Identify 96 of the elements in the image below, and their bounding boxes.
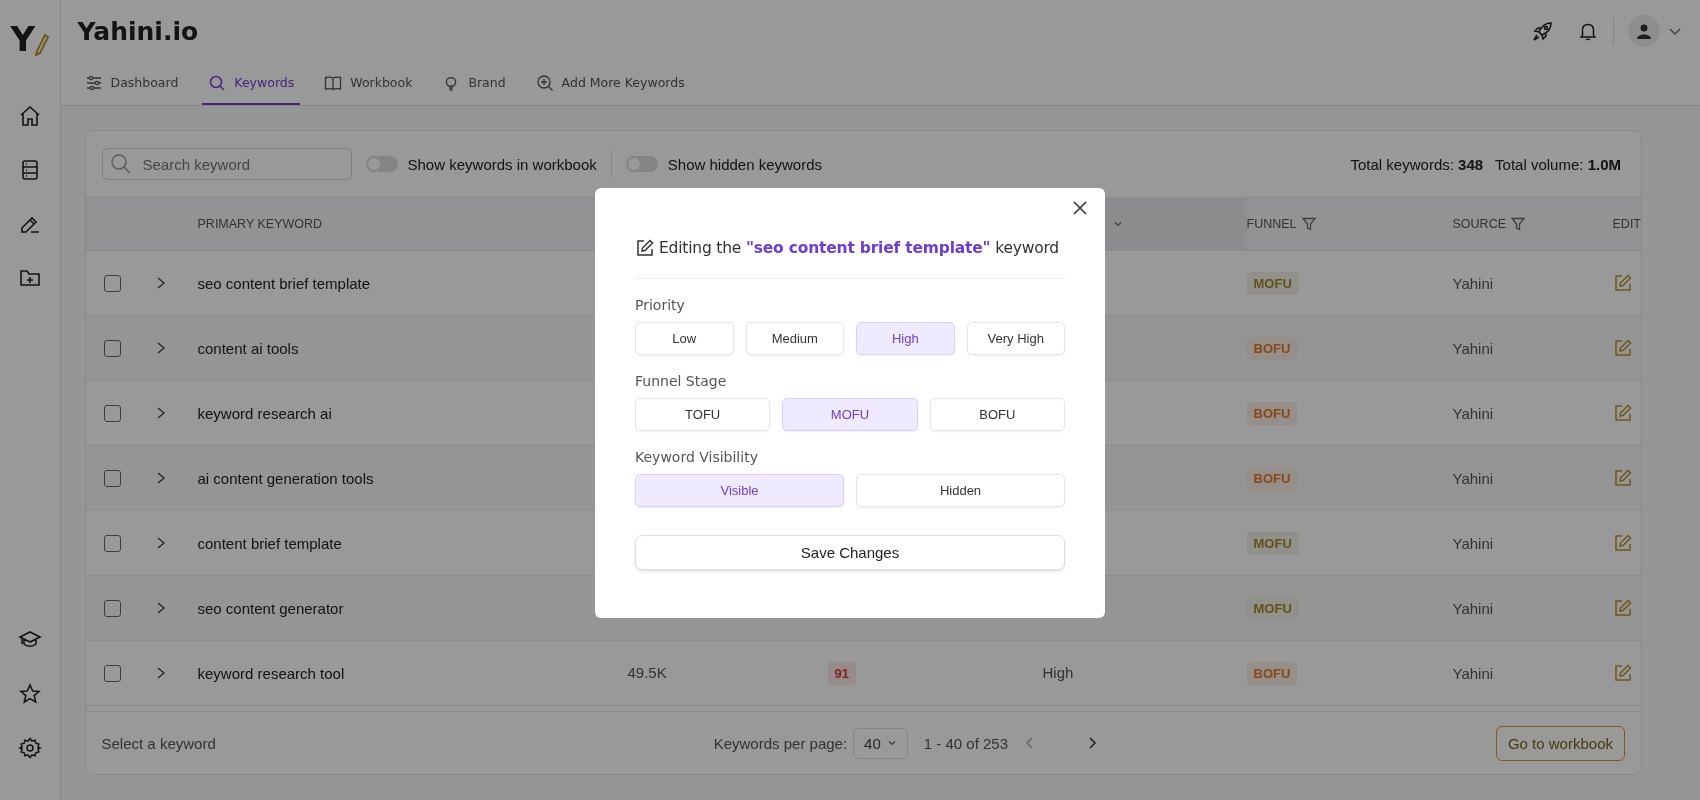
- per-page-select[interactable]: 40: [853, 727, 908, 759]
- funnel-badge: MOFU: [1246, 596, 1299, 620]
- next-page-icon[interactable]: [1086, 736, 1098, 750]
- settings-icon[interactable]: [17, 736, 42, 760]
- source-cell-text: Yahini: [1452, 664, 1495, 682]
- app-logo[interactable]: Y: [10, 22, 50, 56]
- edit-icon[interactable]: [1612, 403, 1633, 423]
- row-checkbox[interactable]: [103, 664, 121, 682]
- dialog-title: Editing the "seo content brief template" keyword: [659, 238, 1059, 257]
- keyword-cell-text: keyword research tool: [197, 664, 346, 682]
- zoom-in-icon: [535, 73, 554, 92]
- edit-icon[interactable]: [1612, 468, 1633, 488]
- expand-chevron-icon[interactable]: [155, 406, 166, 420]
- option-button[interactable]: MOFU: [782, 397, 918, 431]
- nav-tab[interactable]: Add More Keywords: [529, 62, 691, 105]
- keyword-cell-text: content ai tools: [197, 339, 300, 357]
- nav-tab[interactable]: Dashboard: [78, 62, 185, 105]
- rocket-icon[interactable]: [1531, 19, 1555, 43]
- toggle-label: Show keywords in workbook: [407, 155, 597, 173]
- save-changes-button[interactable]: Save Changes: [635, 534, 1065, 570]
- chevron-down-icon: [886, 738, 897, 748]
- row-checkbox[interactable]: [103, 534, 121, 552]
- funnel-badge: BOFU: [1246, 466, 1298, 490]
- column-header: EDIT: [1612, 217, 1641, 231]
- edit-icon[interactable]: [1612, 533, 1633, 553]
- expand-chevron-icon[interactable]: [155, 536, 166, 550]
- option-button[interactable]: Hidden: [856, 473, 1065, 507]
- option-button[interactable]: Very High: [966, 321, 1065, 355]
- keyword-cell-text: seo content generator: [197, 599, 345, 617]
- selection-status: Select a keyword: [101, 734, 216, 752]
- edit-icon[interactable]: [1612, 598, 1633, 618]
- toggle-label: Show hidden keywords: [667, 155, 823, 173]
- field-label: Keyword Visibility: [635, 448, 759, 465]
- keyword-cell-text: seo content brief template: [197, 274, 372, 292]
- sort-chevron-icon: [1112, 219, 1123, 229]
- option-button[interactable]: Visible: [635, 473, 844, 507]
- funnel-badge: BOFU: [1246, 401, 1298, 425]
- edit-icon[interactable]: [1612, 273, 1633, 293]
- row-checkbox[interactable]: [103, 469, 121, 487]
- source-cell-text: Yahini: [1452, 404, 1495, 422]
- search-field[interactable]: Search keyword: [101, 148, 352, 180]
- edit-icon[interactable]: [1612, 338, 1633, 358]
- source-cell-text: Yahini: [1452, 534, 1495, 552]
- row-checkbox[interactable]: [103, 599, 121, 617]
- expand-chevron-icon[interactable]: [155, 601, 166, 615]
- column-header[interactable]: FUNNEL: [1246, 216, 1453, 232]
- source-cell-text: Yahini: [1452, 274, 1495, 292]
- volume-cell: 49.5K: [627, 664, 667, 681]
- search-icon: [208, 73, 227, 92]
- source-cell-text: Yahini: [1452, 469, 1495, 487]
- field-label: Priority: [635, 296, 686, 313]
- go-to-workbook-button[interactable]: Go to workbook: [1495, 725, 1625, 761]
- total-stat: Total volume: 1.0M: [1495, 155, 1621, 173]
- filter-icon[interactable]: [1300, 216, 1317, 232]
- avatar[interactable]: [1628, 15, 1660, 47]
- row-checkbox[interactable]: [103, 339, 121, 357]
- previous-page-icon[interactable]: [1024, 736, 1036, 750]
- search-icon: [109, 153, 132, 175]
- per-page-label: Keywords per page:: [713, 734, 848, 752]
- option-button[interactable]: Medium: [745, 321, 844, 355]
- funnel-badge: BOFU: [1246, 336, 1298, 360]
- option-button[interactable]: BOFU: [929, 397, 1065, 431]
- page-range: 1 - 40 of 253: [923, 734, 1008, 752]
- funnel-badge: BOFU: [1246, 661, 1298, 685]
- expand-chevron-icon[interactable]: [155, 341, 166, 355]
- priority-cell: High: [1042, 664, 1074, 681]
- expand-chevron-icon[interactable]: [155, 666, 166, 680]
- edit-icon: [635, 237, 655, 258]
- edit-icon[interactable]: [1612, 663, 1633, 683]
- row-checkbox[interactable]: [103, 274, 121, 292]
- keyword-cell-text: ai content generation tools: [197, 469, 375, 487]
- option-button[interactable]: High: [856, 321, 955, 355]
- column-header: PRIMARY KEYWORD: [197, 217, 324, 231]
- keyword-cell-text: content brief template: [197, 534, 343, 552]
- option-button[interactable]: TOFU: [635, 397, 771, 431]
- expand-chevron-icon[interactable]: [155, 471, 166, 485]
- nav-tab[interactable]: Workbook: [318, 62, 419, 105]
- expand-chevron-icon[interactable]: [155, 276, 166, 290]
- close-icon[interactable]: [1072, 199, 1088, 216]
- source-cell-text: Yahini: [1452, 599, 1495, 617]
- field-label: Funnel Stage: [635, 372, 728, 389]
- option-button[interactable]: Low: [635, 321, 734, 355]
- total-stat: Total keywords: 348: [1350, 155, 1484, 173]
- nav-tab[interactable]: Keywords: [202, 62, 301, 105]
- nav-tab[interactable]: Brand: [436, 62, 512, 105]
- star-icon[interactable]: [17, 682, 42, 706]
- source-cell-text: Yahini: [1452, 339, 1495, 357]
- funnel-badge: MOFU: [1246, 271, 1299, 295]
- sliders-icon: [84, 73, 103, 92]
- column-header[interactable]: SOURCE: [1452, 216, 1613, 232]
- row-checkbox[interactable]: [103, 404, 121, 422]
- keyword-cell-text: keyword research ai: [197, 404, 333, 422]
- funnel-badge: MOFU: [1246, 531, 1299, 555]
- app-title: Yahini.io: [77, 16, 199, 46]
- filter-icon[interactable]: [1510, 216, 1526, 232]
- difficulty-badge: 91: [827, 661, 856, 685]
